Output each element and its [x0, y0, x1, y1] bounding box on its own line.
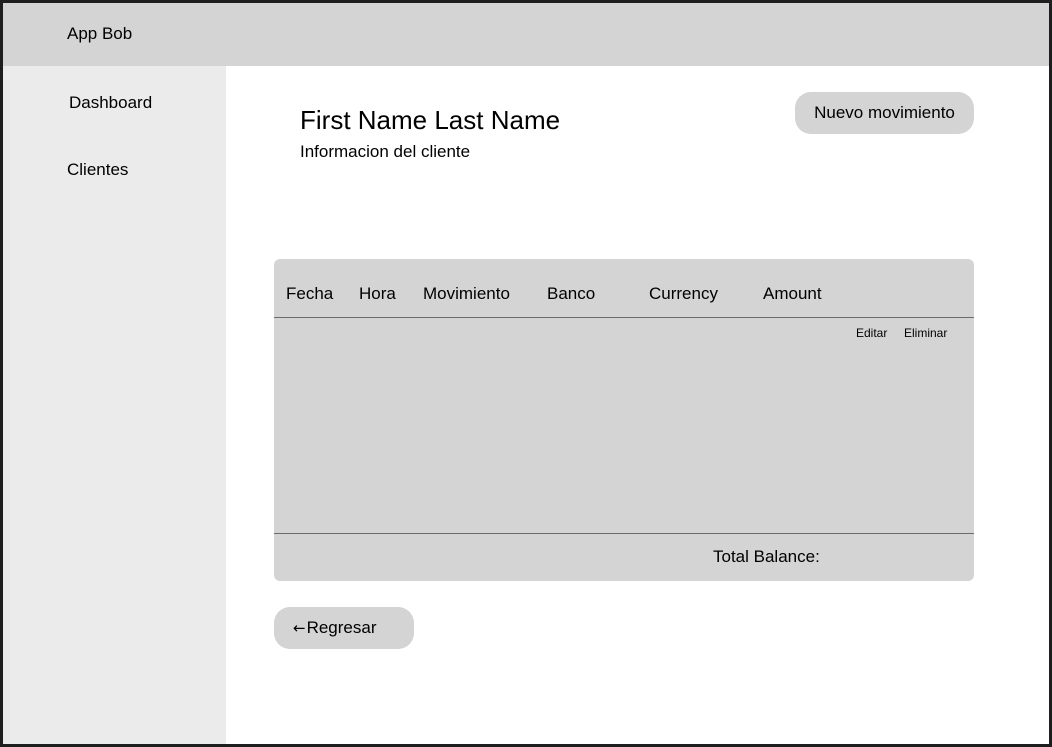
column-header-amount: Amount	[763, 284, 822, 303]
footer-divider	[274, 533, 974, 534]
sidebar-item-clientes[interactable]: Clientes	[67, 160, 128, 180]
delete-link[interactable]: Eliminar	[904, 326, 947, 340]
movements-table: Fecha Hora Movimiento Banco Currency Amo…	[274, 259, 974, 581]
column-header-banco: Banco	[547, 284, 596, 303]
page-title: First Name Last Name	[300, 105, 561, 135]
column-header-fecha: Fecha	[286, 284, 334, 303]
arrow-left-icon: ←	[293, 619, 306, 637]
app-window: App Bob Dashboard Clientes First Name La…	[0, 0, 1052, 747]
top-bar: App Bob	[3, 3, 1049, 66]
back-button-label: Regresar	[306, 618, 377, 637]
column-header-hora: Hora	[359, 284, 396, 303]
sidebar: Dashboard Clientes	[3, 66, 226, 744]
new-movement-button[interactable]: Nuevo movimiento	[795, 92, 974, 134]
column-header-movimiento: Movimiento	[423, 284, 510, 303]
app-title: App Bob	[67, 24, 133, 43]
sidebar-item-dashboard[interactable]: Dashboard	[69, 93, 152, 113]
total-balance-label: Total Balance:	[713, 547, 820, 566]
edit-link[interactable]: Editar	[856, 326, 887, 340]
client-info-subtitle: Informacion del cliente	[300, 142, 471, 161]
back-button[interactable]: ← Regresar	[274, 607, 414, 649]
column-header-currency: Currency	[649, 284, 718, 303]
header-divider	[274, 317, 974, 318]
